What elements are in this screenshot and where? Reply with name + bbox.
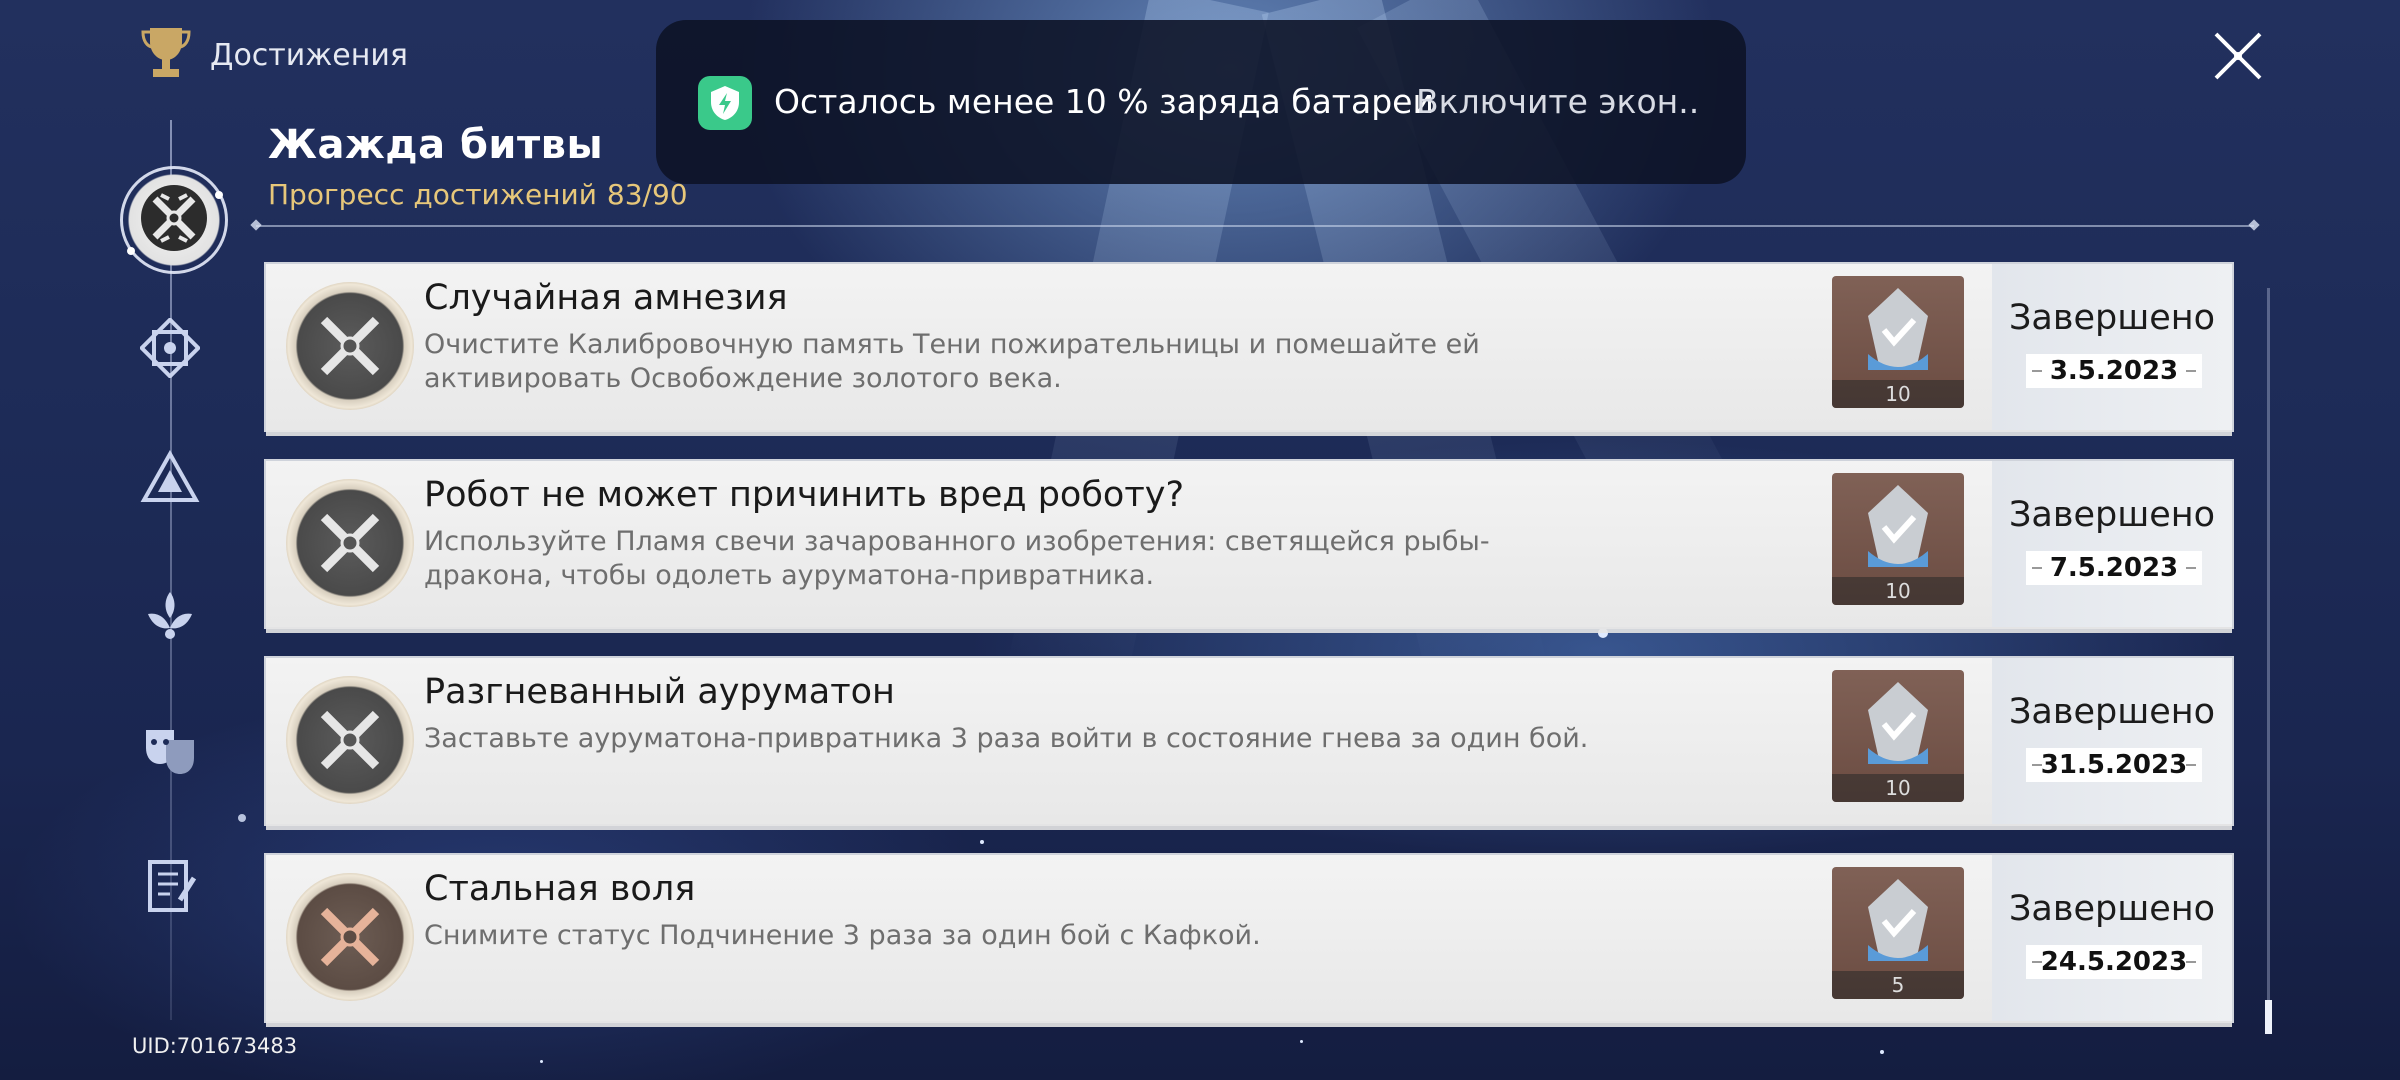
background-star	[1300, 1040, 1303, 1043]
completion-date: 31.5.2023	[2026, 748, 2202, 782]
achievement-badge-icon	[286, 479, 414, 607]
status-label: Завершено	[2008, 692, 2216, 732]
active-indicator-dot	[215, 191, 223, 199]
completion-date: 7.5.2023	[2026, 551, 2202, 585]
rail-item-battle[interactable]	[120, 166, 228, 274]
rail-item-lotus[interactable]	[128, 572, 212, 656]
status-label: Завершено	[2008, 298, 2216, 338]
reward-item[interactable]: 10	[1832, 276, 1964, 408]
crossed-swords-icon	[139, 183, 209, 257]
achievement-title: Робот не может причинить вред роботу?	[424, 475, 1185, 515]
achievement-title: Разгневанный ауруматон	[424, 672, 895, 712]
notification-text: Осталось менее 10 % заряда батареи	[774, 82, 1434, 121]
progress-value: 83/90	[606, 178, 688, 211]
stellar-jade-icon	[1868, 879, 1928, 961]
masks-category-icon	[146, 730, 194, 774]
close-icon	[2214, 32, 2262, 80]
stellar-jade-icon	[1868, 288, 1928, 370]
achievement-title: Случайная амнезия	[424, 278, 788, 318]
background-star	[540, 1060, 543, 1063]
completion-status: Завершено 31.5.2023	[1992, 658, 2232, 824]
background-star	[1880, 1050, 1884, 1054]
achievement-badge-icon	[286, 676, 414, 804]
achievement-card[interactable]: Случайная амнезия Очистите Калибровочную…	[264, 262, 2234, 436]
battery-shield-icon	[698, 76, 752, 130]
completion-status: Завершено 24.5.2023	[1992, 855, 2232, 1021]
reward-count: 5	[1832, 971, 1964, 999]
player-uid: UID:701673483	[132, 1034, 298, 1058]
completion-date: 3.5.2023	[2026, 354, 2202, 388]
rail-item-masks[interactable]	[128, 708, 212, 792]
battery-notification[interactable]: Осталось менее 10 % заряда батареи Включ…	[656, 20, 1746, 184]
achievement-description: Заставьте ауруматона-привратника 3 раза …	[424, 723, 1589, 754]
background-star	[238, 814, 246, 822]
reward-item[interactable]: 10	[1832, 473, 1964, 605]
achievements-header: Достижения	[140, 24, 408, 86]
header-title: Достижения	[210, 37, 408, 73]
achievement-progress: Прогресс достижений 83/90	[268, 178, 688, 211]
section-divider	[256, 225, 2254, 227]
reward-count: 10	[1832, 774, 1964, 802]
achievement-badge-icon	[286, 282, 414, 410]
completion-date: 24.5.2023	[2026, 945, 2202, 979]
reward-item[interactable]: 10	[1832, 670, 1964, 802]
rail-item-notebook[interactable]	[128, 844, 212, 928]
achievement-badge-icon	[286, 873, 414, 1001]
triangle-category-icon	[140, 449, 200, 502]
achievement-card[interactable]: Разгневанный ауруматон Заставьте аурумат…	[264, 656, 2234, 830]
achievement-description: Снимите статус Подчинение 3 раза за один…	[424, 920, 1261, 951]
progress-label: Прогресс достижений	[268, 178, 597, 211]
list-scrollbar-thumb[interactable]	[2265, 1000, 2272, 1034]
completion-status: Завершено 7.5.2023	[1992, 461, 2232, 627]
section-title: Жажда битвы	[268, 122, 604, 168]
stellar-jade-icon	[1868, 682, 1928, 764]
trophy-icon	[140, 24, 192, 86]
achievement-card[interactable]: Стальная воля Снимите статус Подчинение …	[264, 853, 2234, 1027]
status-label: Завершено	[2008, 889, 2216, 929]
notification-action[interactable]: Включите экон..	[1416, 82, 1699, 121]
achievement-title: Стальная воля	[424, 869, 696, 909]
lotus-category-icon	[148, 592, 192, 639]
emblem-category-icon	[140, 318, 200, 378]
status-label: Завершено	[2008, 495, 2216, 535]
notebook-category-icon	[148, 860, 197, 912]
list-scrollbar-track[interactable]	[2267, 288, 2270, 1028]
reward-item[interactable]: 5	[1832, 867, 1964, 999]
achievement-description: Используйте Пламя свечи зачарованного из…	[424, 526, 1490, 591]
completion-status: Завершено 3.5.2023	[1992, 264, 2232, 430]
reward-count: 10	[1832, 380, 1964, 408]
active-indicator-dot	[127, 247, 135, 255]
close-button[interactable]	[2208, 26, 2268, 86]
reward-count: 10	[1832, 577, 1964, 605]
background-star	[980, 840, 984, 844]
rail-item-triangle[interactable]	[128, 436, 212, 520]
achievement-description: Очистите Калибровочную память Тени пожир…	[424, 329, 1480, 394]
stellar-jade-icon	[1868, 485, 1928, 567]
achievement-card[interactable]: Робот не может причинить вред роботу? Ис…	[264, 459, 2234, 633]
rail-item-emblem[interactable]	[128, 306, 212, 390]
